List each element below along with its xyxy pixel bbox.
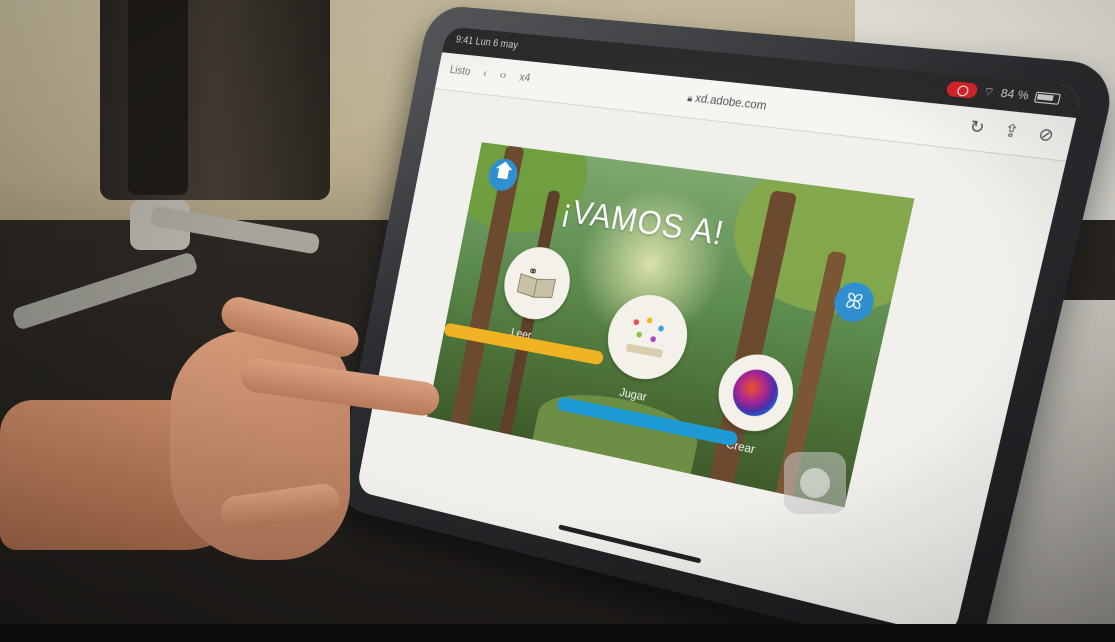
home-icon — [494, 167, 511, 182]
status-time: 9:41 Lun 6 may — [454, 33, 519, 52]
confetti-dot — [657, 325, 665, 332]
assistive-touch-button[interactable] — [784, 452, 846, 514]
confetti-dot — [635, 331, 643, 339]
glasses-icon: ⚭ — [526, 262, 540, 280]
home-indicator[interactable] — [558, 524, 702, 564]
browser-actions: ↻ ⇪ ⊘ — [967, 116, 1056, 147]
paint-splash-icon — [728, 365, 783, 420]
share-icon[interactable]: ⇪ — [1001, 120, 1021, 143]
option-leer-button[interactable]: ⚭ — [497, 242, 577, 325]
book-glasses-icon: ⚭ — [517, 263, 558, 299]
confetti-dot — [649, 335, 657, 343]
battery-level — [1036, 93, 1055, 101]
status-indicators: ⌔ 84 % — [944, 80, 1062, 107]
wifi-icon: ⌔ — [981, 85, 996, 100]
open-book — [625, 343, 664, 358]
confetti-dot — [646, 317, 653, 324]
assistive-touch-icon — [800, 468, 830, 498]
lock-icon: 🔒︎ — [686, 93, 694, 105]
book-confetti-icon — [623, 314, 671, 360]
reload-icon[interactable]: ↻ — [967, 116, 987, 139]
butterfly-icon: ꕤ — [843, 289, 866, 315]
chair-slat — [128, 0, 188, 195]
xd-artboard: ꕤ ¡VAMOS A! ⚭ Leer Jugar Crear — [427, 142, 915, 508]
battery-percent: 84 % — [999, 87, 1030, 103]
confetti-dot — [633, 318, 640, 326]
url-text: xd.adobe.com — [693, 90, 768, 113]
screen-recording-icon[interactable] — [944, 80, 979, 99]
child-hand — [0, 290, 480, 590]
battery-icon — [1033, 91, 1062, 105]
video-bottom-strip — [0, 624, 1115, 642]
